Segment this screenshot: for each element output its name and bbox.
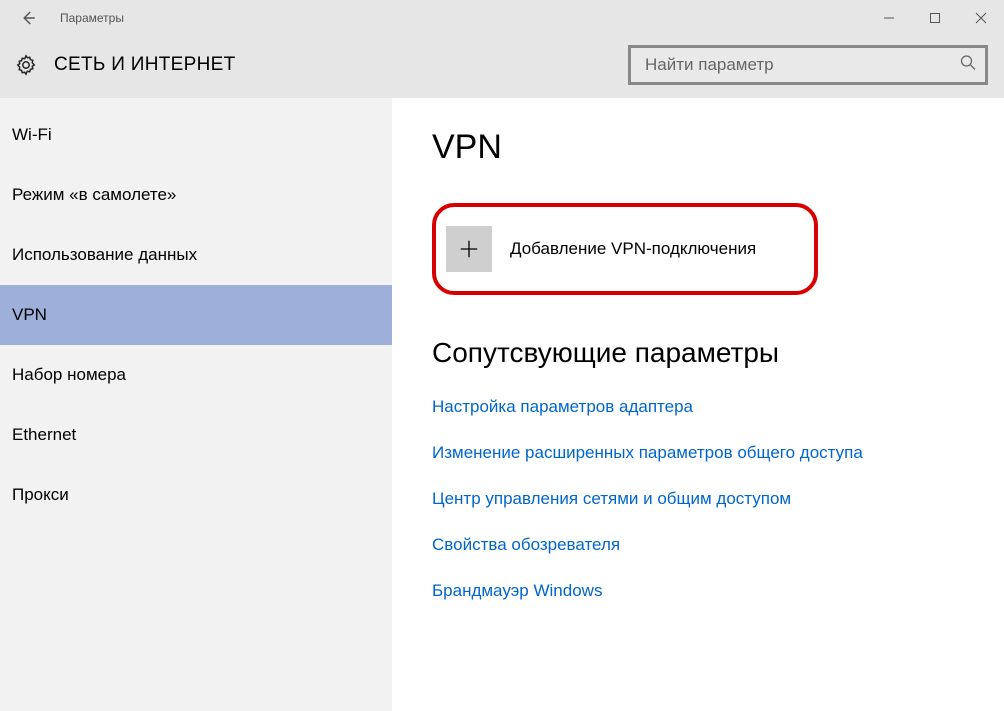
sidebar: Wi-Fi Режим «в самолете» Использование д… bbox=[0, 98, 392, 711]
sidebar-item-data-usage[interactable]: Использование данных bbox=[0, 225, 392, 285]
sidebar-item-ethernet[interactable]: Ethernet bbox=[0, 405, 392, 465]
add-vpn-button[interactable]: Добавление VPN-подключения bbox=[446, 226, 756, 272]
gear-icon bbox=[15, 54, 37, 76]
add-vpn-label: Добавление VPN-подключения bbox=[510, 239, 756, 259]
sidebar-item-vpn[interactable]: VPN bbox=[0, 285, 392, 345]
add-vpn-highlight: Добавление VPN-подключения bbox=[432, 203, 818, 295]
close-icon bbox=[975, 12, 987, 24]
sidebar-item-label: Использование данных bbox=[12, 245, 197, 265]
link-firewall[interactable]: Брандмауэр Windows bbox=[432, 581, 602, 601]
link-internet-options[interactable]: Свойства обозревателя bbox=[432, 535, 620, 555]
sidebar-item-proxy[interactable]: Прокси bbox=[0, 465, 392, 525]
body-area: Wi-Fi Режим «в самолете» Использование д… bbox=[0, 98, 1004, 711]
related-links-list: Настройка параметров адаптера Изменение … bbox=[432, 397, 964, 601]
related-settings-heading: Сопутсвующие параметры bbox=[432, 337, 964, 369]
link-network-center[interactable]: Центр управления сетями и общим доступом bbox=[432, 489, 791, 509]
main-panel: VPN Добавление VPN-подключения Сопутсвую… bbox=[392, 98, 1004, 711]
link-adapter-settings[interactable]: Настройка параметров адаптера bbox=[432, 397, 693, 417]
sidebar-item-label: Набор номера bbox=[12, 365, 126, 385]
maximize-button[interactable] bbox=[912, 0, 958, 36]
link-advanced-sharing[interactable]: Изменение расширенных параметров общего … bbox=[432, 443, 863, 463]
arrow-left-icon bbox=[19, 9, 37, 27]
page-header: СЕТЬ И ИНТЕРНЕТ bbox=[0, 36, 1004, 98]
back-button[interactable] bbox=[8, 0, 48, 36]
plus-icon bbox=[458, 238, 480, 260]
close-button[interactable] bbox=[958, 0, 1004, 36]
search-wrap bbox=[628, 45, 988, 85]
search-input[interactable] bbox=[628, 45, 988, 85]
sidebar-item-label: Прокси bbox=[12, 485, 69, 505]
maximize-icon bbox=[929, 12, 941, 24]
window-title: Параметры bbox=[60, 11, 124, 25]
minimize-button[interactable] bbox=[866, 0, 912, 36]
section-title: СЕТЬ И ИНТЕРНЕТ bbox=[54, 54, 236, 76]
page-title: VPN bbox=[432, 128, 964, 167]
window-controls bbox=[866, 0, 1004, 36]
sidebar-item-dialup[interactable]: Набор номера bbox=[0, 345, 392, 405]
sidebar-item-label: Ethernet bbox=[12, 425, 76, 445]
sidebar-item-label: Режим «в самолете» bbox=[12, 185, 176, 205]
sidebar-item-wifi[interactable]: Wi-Fi bbox=[0, 105, 392, 165]
sidebar-item-label: Wi-Fi bbox=[12, 125, 52, 145]
settings-gear bbox=[12, 51, 40, 79]
minimize-icon bbox=[883, 12, 895, 24]
title-bar: Параметры bbox=[0, 0, 1004, 36]
plus-box bbox=[446, 226, 492, 272]
sidebar-item-label: VPN bbox=[12, 305, 47, 325]
sidebar-item-airplane-mode[interactable]: Режим «в самолете» bbox=[0, 165, 392, 225]
